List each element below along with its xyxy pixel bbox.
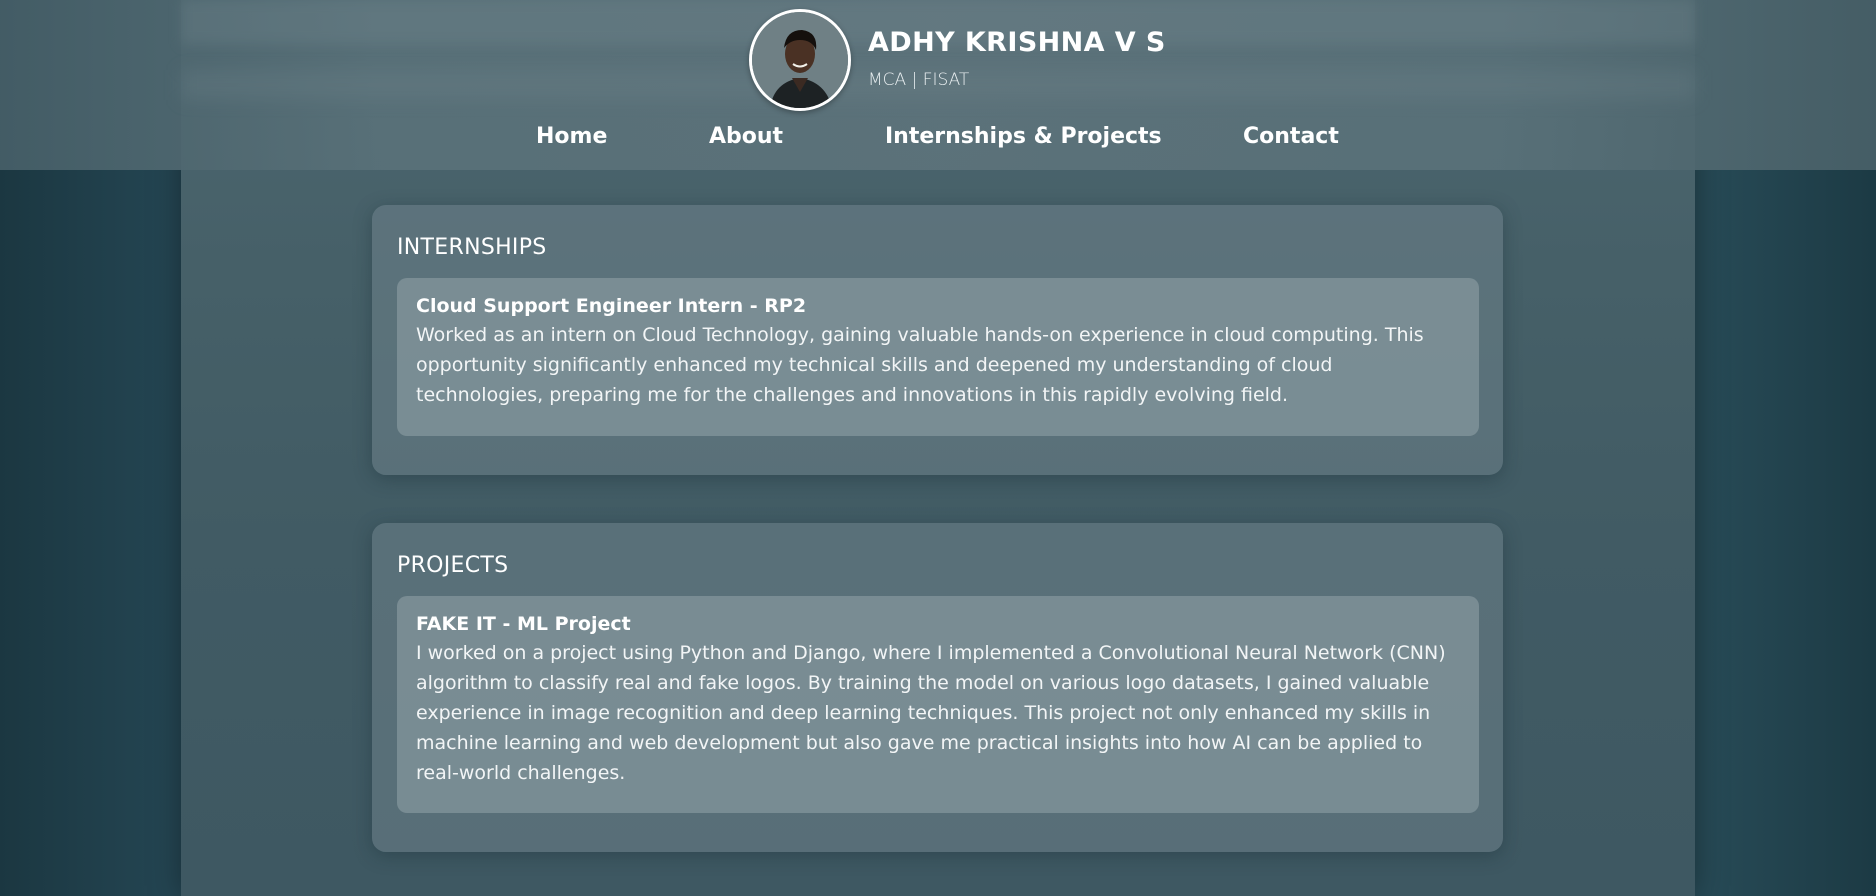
nav-about[interactable]: About [709,124,783,149]
internships-heading: INTERNSHIPS [397,235,547,260]
nav-home[interactable]: Home [536,124,607,149]
project-title: FAKE IT - ML Project [416,613,631,635]
project-entry: FAKE IT - ML Project I worked on a proje… [397,596,1479,813]
projects-section: PROJECTS FAKE IT - ML Project I worked o… [372,523,1503,852]
internship-title: Cloud Support Engineer Intern - RP2 [416,295,807,317]
main-nav: Home About Internships & Projects Contac… [0,124,1876,154]
avatar [749,9,851,111]
site-title: ADHY KRISHNA V S [868,26,1166,58]
internship-entry: Cloud Support Engineer Intern - RP2 Work… [397,278,1479,436]
site-subtitle: MCA | FISAT [868,69,970,90]
profile-photo-icon [752,12,848,108]
brand-text: ADHY KRISHNA V S MCA | FISAT [868,27,1166,90]
project-description: I worked on a project using Python and D… [416,642,1446,784]
nav-contact[interactable]: Contact [1243,124,1339,149]
internships-section: INTERNSHIPS Cloud Support Engineer Inter… [372,205,1503,475]
internship-description: Worked as an intern on Cloud Technology,… [416,324,1424,406]
nav-internships-projects[interactable]: Internships & Projects [885,124,1162,149]
projects-heading: PROJECTS [397,553,509,578]
site-header: ADHY KRISHNA V S MCA | FISAT Home About … [0,0,1876,170]
brand: ADHY KRISHNA V S MCA | FISAT [749,9,1166,111]
